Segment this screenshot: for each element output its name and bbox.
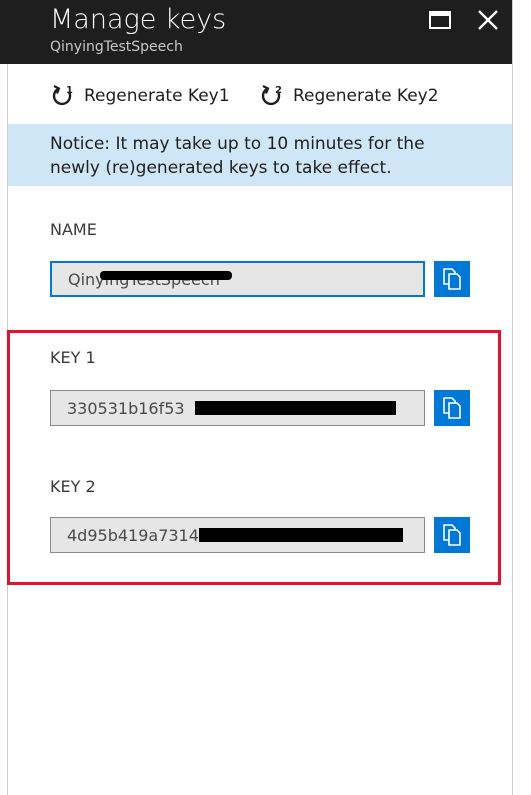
key1-field[interactable] [50,390,425,426]
screenshot-root: Manage keys QinyingTestSpeech 1 Regenera… [0,0,531,795]
copy-icon [443,524,461,546]
command-bar: 1 Regenerate Key1 2 Regenerate Key2 [8,64,512,124]
key2-field[interactable] [50,517,425,553]
regenerate-key2-label: Regenerate Key2 [293,86,439,106]
svg-text:2: 2 [275,85,282,96]
regenerate-key1-button[interactable]: 1 Regenerate Key1 [50,82,230,110]
copy-icon [443,397,461,419]
copy-name-button[interactable] [434,261,470,297]
copy-key1-button[interactable] [434,390,470,426]
refresh-1-icon: 1 [52,85,73,106]
manage-keys-blade: Manage keys QinyingTestSpeech 1 Regenera… [8,0,512,795]
left-panel-header-edge [0,0,8,64]
notice-banner: Notice: It may take up to 10 minutes for… [8,124,512,186]
key2-label: KEY 2 [50,477,96,496]
name-field[interactable] [50,261,425,297]
regenerate-key1-label: Regenerate Key1 [84,86,230,106]
right-panel-edge [512,0,531,795]
regenerate-key2-button[interactable]: 2 Regenerate Key2 [259,82,439,110]
blade-header: Manage keys QinyingTestSpeech [8,0,512,64]
blade-subtitle: QinyingTestSpeech [50,39,183,55]
name-label: NAME [50,220,97,239]
key1-label: KEY 1 [50,348,96,367]
left-panel-edge [0,0,8,795]
svg-text:1: 1 [66,85,73,96]
maximize-icon[interactable] [428,8,452,32]
close-icon[interactable] [476,8,500,32]
refresh-2-icon: 2 [261,85,282,106]
copy-key2-button[interactable] [434,517,470,553]
copy-icon [443,268,461,290]
blade-title: Manage keys [50,4,227,35]
notice-text: Notice: It may take up to 10 minutes for… [50,134,425,178]
